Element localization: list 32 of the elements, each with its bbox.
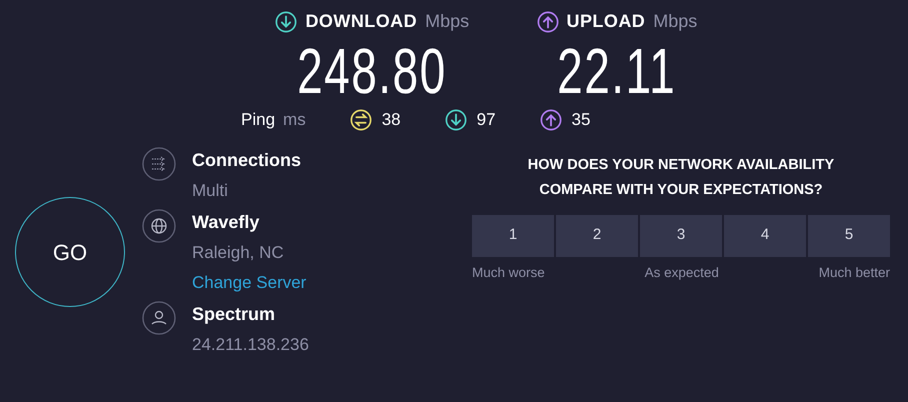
scale-label: Much worse — [472, 264, 545, 282]
change-server-link[interactable]: Change Server — [192, 270, 306, 295]
detail-title: Wavefly — [192, 211, 260, 234]
globe-icon — [142, 209, 176, 243]
rating-option[interactable]: 2 — [556, 214, 638, 256]
ping-label: Ping — [241, 109, 276, 131]
unit-label: Mbps — [425, 10, 470, 33]
rating-option[interactable]: 3 — [640, 214, 722, 256]
go-button[interactable]: GO — [15, 197, 125, 307]
result-label: UPLOAD — [566, 10, 646, 33]
arrows-icon — [142, 146, 176, 180]
detail-title: Spectrum — [192, 303, 276, 326]
speed-value: 248.80 — [298, 39, 448, 103]
rating-option[interactable]: 5 — [808, 214, 890, 256]
ping-value: 97 — [476, 109, 496, 131]
speed-value: 22.11 — [557, 39, 676, 103]
rating-option[interactable]: 1 — [472, 214, 554, 256]
detail-value: 24.211.138.236 — [192, 334, 309, 356]
detail-value: Multi — [192, 180, 229, 202]
ping-unit: ms — [283, 109, 306, 131]
rating-option[interactable]: 4 — [724, 214, 806, 256]
survey-question: HOW DOES YOUR NETWORK AVAILABILITY COMPARE WITH YOUR EXPECTATIONS? — [526, 156, 836, 200]
person-icon — [142, 301, 176, 335]
ping-value: 35 — [572, 109, 590, 131]
swap-arrows-icon — [350, 108, 372, 131]
scale-label: Much better — [818, 264, 890, 282]
result-label: DOWNLOAD — [305, 10, 418, 33]
detail-title: Connections — [192, 148, 302, 172]
unit-label: Mbps — [653, 10, 698, 33]
detail-value: Raleigh, NC — [192, 242, 285, 264]
scale-label: As expected — [644, 264, 719, 282]
ping-value: 38 — [382, 109, 401, 131]
